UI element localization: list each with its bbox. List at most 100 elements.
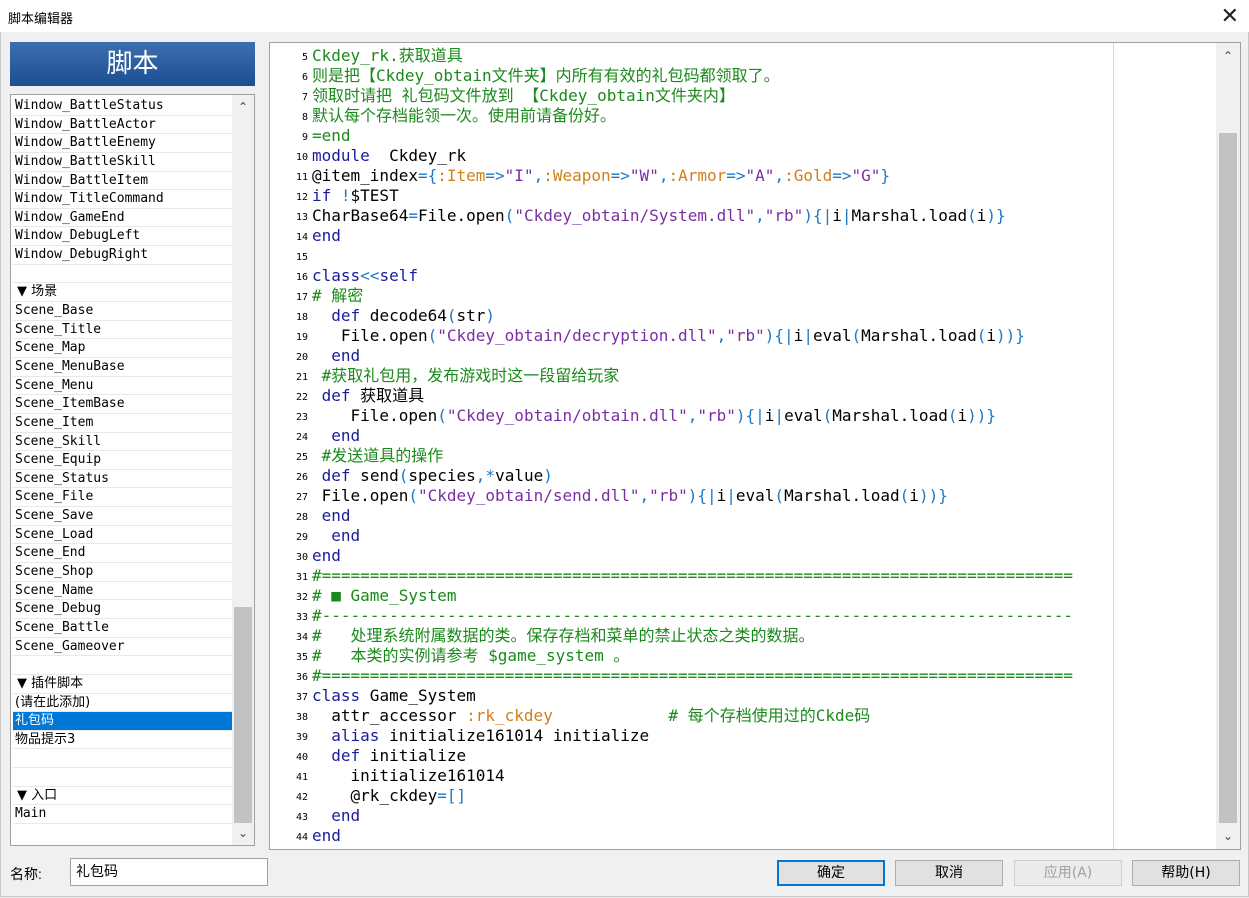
list-item[interactable]: Window_TitleCommand: [13, 190, 232, 209]
code-line[interactable]: 32 # ■ Game_System: [270, 586, 1110, 606]
scroll-up-icon[interactable]: ⌃: [232, 97, 254, 117]
editor-scrollbar[interactable]: ⌃ ⌄: [1216, 43, 1240, 849]
line-text[interactable]: module Ckdey_rk: [308, 146, 466, 166]
code-line[interactable]: 38 attr_accessor :rk_ckdey # 每个存档使用过的Ckd…: [270, 706, 1110, 726]
line-text[interactable]: #获取礼包用，发布游戏时这一段留给玩家: [308, 366, 620, 386]
apply-button[interactable]: 应用(A): [1014, 860, 1122, 886]
scroll-down-icon[interactable]: ⌄: [232, 823, 254, 843]
code-line[interactable]: 34 # 处理系统附属数据的类。保存存档和菜单的禁止状态之类的数据。: [270, 626, 1110, 646]
list-item[interactable]: Scene_Save: [13, 507, 232, 526]
code-line[interactable]: 29 end: [270, 526, 1110, 546]
line-text[interactable]: end: [308, 426, 360, 446]
code-line[interactable]: 16 class<<self: [270, 266, 1110, 286]
line-text[interactable]: end: [308, 226, 341, 246]
line-text[interactable]: File.open("Ckdey_obtain/obtain.dll","rb"…: [308, 406, 996, 426]
code-line[interactable]: 8 默认每个存档能领一次。使用前请备份好。: [270, 106, 1110, 126]
line-text[interactable]: initialize161014: [308, 766, 505, 786]
code-line[interactable]: 14 end: [270, 226, 1110, 246]
line-text[interactable]: # 处理系统附属数据的类。保存存档和菜单的禁止状态之类的数据。: [308, 626, 815, 646]
cancel-button[interactable]: 取消: [895, 860, 1003, 886]
list-item[interactable]: 物品提示3: [13, 731, 232, 750]
code-line[interactable]: 31 #=====================================…: [270, 566, 1110, 586]
list-item[interactable]: Scene_Shop: [13, 563, 232, 582]
list-item[interactable]: Scene_ItemBase: [13, 395, 232, 414]
line-text[interactable]: class Game_System: [308, 686, 476, 706]
line-text[interactable]: =end: [308, 126, 351, 146]
line-text[interactable]: def send(species,*value): [308, 466, 553, 486]
line-text[interactable]: # 本类的实例请参考 $game_system 。: [308, 646, 629, 666]
scroll-up-icon[interactable]: ⌃: [1216, 45, 1240, 67]
list-item[interactable]: Window_BattleItem: [13, 172, 232, 191]
list-item[interactable]: Scene_End: [13, 544, 232, 564]
list-item[interactable]: Scene_Battle: [13, 619, 232, 638]
close-icon[interactable]: ✕: [1221, 2, 1239, 30]
list-item[interactable]: Scene_Title: [13, 321, 232, 340]
list-item[interactable]: (请在此添加): [13, 694, 232, 713]
line-text[interactable]: #=======================================…: [308, 666, 1073, 686]
list-item[interactable]: Scene_Base: [13, 302, 232, 321]
code-line[interactable]: 30 end: [270, 546, 1110, 566]
line-text[interactable]: # ■ Game_System: [308, 586, 457, 606]
list-item[interactable]: Scene_Name: [13, 582, 232, 601]
help-button[interactable]: 帮助(H): [1132, 860, 1240, 886]
code-line[interactable]: 11 @item_index={:Item=>"I",:Weapon=>"W",:…: [270, 166, 1110, 186]
code-line[interactable]: 28 end: [270, 506, 1110, 526]
code-line[interactable]: 9 =end: [270, 126, 1110, 146]
scrollbar-thumb[interactable]: [1219, 133, 1237, 823]
ok-button[interactable]: 确定: [777, 860, 885, 886]
code-line[interactable]: 40 def initialize: [270, 746, 1110, 766]
code-line[interactable]: 5 Ckdey_rk.获取道具: [270, 46, 1110, 66]
list-item[interactable]: Window_BattleSkill: [13, 153, 232, 172]
code-line[interactable]: 26 def send(species,*value): [270, 466, 1110, 486]
line-text[interactable]: # 解密: [308, 286, 363, 306]
list-item[interactable]: Scene_Status: [13, 470, 232, 489]
list-item[interactable]: Scene_Load: [13, 526, 232, 545]
code-line[interactable]: 44 end: [270, 826, 1110, 846]
list-item[interactable]: Window_BattleStatus: [13, 97, 232, 116]
line-text[interactable]: 则是把【Ckdey_obtain文件夹】内所有有效的礼包码都领取了。: [308, 66, 780, 86]
line-text[interactable]: 领取时请把 礼包码文件放到 【Ckdey_obtain文件夹内】: [308, 86, 735, 106]
line-text[interactable]: def initialize: [308, 746, 466, 766]
code-line[interactable]: 6 则是把【Ckdey_obtain文件夹】内所有有效的礼包码都领取了。: [270, 66, 1110, 86]
list-item[interactable]: Scene_File: [13, 488, 232, 508]
code-line[interactable]: 36 #=====================================…: [270, 666, 1110, 686]
line-text[interactable]: def decode64(str): [308, 306, 495, 326]
code-line[interactable]: 17 # 解密: [270, 286, 1110, 306]
line-text[interactable]: File.open("Ckdey_obtain/decryption.dll",…: [308, 326, 1025, 346]
code-line[interactable]: 23 File.open("Ckdey_obtain/obtain.dll","…: [270, 406, 1110, 426]
list-item[interactable]: Main: [13, 805, 232, 824]
line-text[interactable]: end: [308, 826, 341, 846]
code-line[interactable]: 19 File.open("Ckdey_obtain/decryption.dl…: [270, 326, 1110, 346]
script-list[interactable]: Window_BattleStatus Window_BattleActor Win…: [10, 94, 255, 846]
line-text[interactable]: end: [308, 506, 351, 526]
list-item[interactable]: Window_DebugLeft: [13, 227, 232, 247]
code-line[interactable]: 13 CharBase64=File.open("Ckdey_obtain/Sys…: [270, 206, 1110, 226]
line-text[interactable]: end: [308, 806, 360, 826]
line-text[interactable]: def 获取道具: [308, 386, 425, 406]
line-text[interactable]: @rk_ckdey=[]: [308, 786, 467, 806]
list-item[interactable]: 礼包码: [13, 712, 232, 731]
list-item[interactable]: Scene_Map: [13, 339, 232, 358]
line-text[interactable]: #---------------------------------------…: [308, 606, 1073, 626]
list-item[interactable]: Scene_Debug: [13, 600, 232, 619]
code-line[interactable]: 20 end: [270, 346, 1110, 366]
list-item[interactable]: Scene_Skill: [13, 433, 232, 452]
line-text[interactable]: if !$TEST: [308, 186, 399, 206]
list-section-header[interactable]: ▼ 插件脚本: [13, 675, 232, 694]
code-line[interactable]: 12 if !$TEST: [270, 186, 1110, 206]
code-line[interactable]: 21 #获取礼包用，发布游戏时这一段留给玩家: [270, 366, 1110, 386]
scrollbar-thumb[interactable]: [234, 607, 252, 823]
line-text[interactable]: alias initialize161014 initialize: [308, 726, 649, 746]
code-line[interactable]: 41 initialize161014: [270, 766, 1110, 786]
line-text[interactable]: #=======================================…: [308, 566, 1073, 586]
list-item[interactable]: Scene_Menu: [13, 377, 232, 396]
line-text[interactable]: File.open("Ckdey_obtain/send.dll","rb"){…: [308, 486, 948, 506]
list-item[interactable]: Window_DebugRight: [13, 246, 232, 265]
line-text[interactable]: attr_accessor :rk_ckdey # 每个存档使用过的Ckde码: [308, 706, 870, 726]
line-text[interactable]: @item_index={:Item=>"I",:Weapon=>"W",:Ar…: [308, 166, 890, 186]
code-line[interactable]: 27 File.open("Ckdey_obtain/send.dll","rb…: [270, 486, 1110, 506]
list-item[interactable]: Window_GameEnd: [13, 209, 232, 228]
list-item[interactable]: Scene_Equip: [13, 451, 232, 470]
code-line[interactable]: 42 @rk_ckdey=[]: [270, 786, 1110, 806]
code-line[interactable]: 37 class Game_System: [270, 686, 1110, 706]
